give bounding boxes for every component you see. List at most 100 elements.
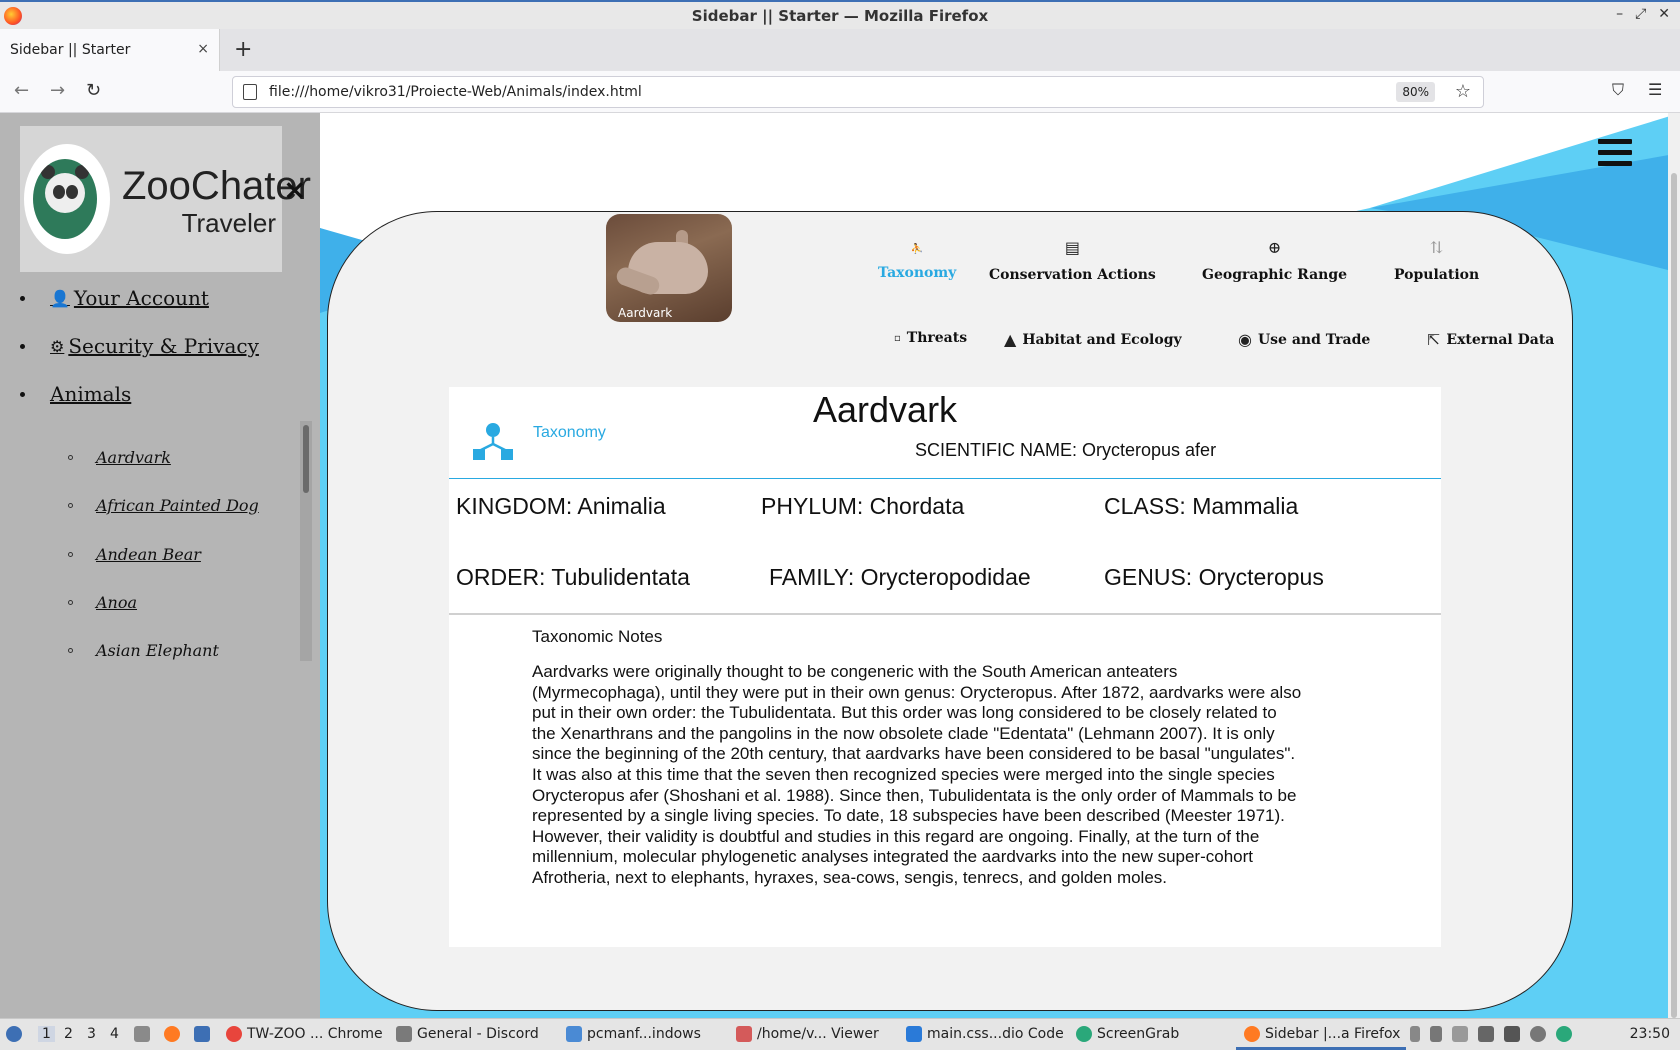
- account-link[interactable]: 👤 Your Account: [50, 286, 209, 310]
- animal-link[interactable]: Andean Bear: [96, 545, 201, 564]
- url-text[interactable]: file:///home/vikro31/Proiecte-Web/Animal…: [269, 84, 642, 100]
- taxonomic-notes-title: Taxonomic Notes: [532, 627, 663, 646]
- tray-screengrab-icon[interactable]: [1556, 1026, 1572, 1042]
- firefox-launcher-icon[interactable]: [164, 1026, 180, 1042]
- workspace-3[interactable]: 3: [87, 1026, 96, 1042]
- browser-tab[interactable]: Sidebar || Starter ×: [0, 29, 220, 71]
- animal-link[interactable]: Aardvark: [96, 448, 171, 467]
- launcher-glyph: [134, 1026, 150, 1042]
- system-tray: [1410, 1026, 1572, 1042]
- app-label: pcmanf...indows: [587, 1026, 701, 1042]
- animal-item-aardvark[interactable]: Aardvark: [68, 448, 171, 467]
- discord-icon: [396, 1026, 412, 1042]
- tab-label: Geographic Range: [1202, 267, 1348, 283]
- tab-label: Population: [1394, 267, 1480, 283]
- tab-external-data[interactable]: ⇱ External Data: [1427, 330, 1554, 349]
- security-link[interactable]: ⚙ Security & Privacy: [50, 334, 259, 358]
- start-menu-icon[interactable]: [6, 1026, 22, 1042]
- folder-icon: [566, 1026, 582, 1042]
- zoom-level[interactable]: 80%: [1396, 82, 1435, 102]
- list-icon: ▤: [1064, 238, 1080, 257]
- workspace-4[interactable]: 4: [110, 1026, 119, 1042]
- animal-link[interactable]: African Painted Dog: [96, 496, 259, 515]
- desktop-launcher-icon[interactable]: [194, 1026, 210, 1042]
- animal-link[interactable]: Anoa: [96, 593, 137, 612]
- sidebar-scrollbar[interactable]: [300, 421, 312, 661]
- hamburger-menu-icon[interactable]: [1598, 139, 1632, 169]
- taskbar-app-chrome[interactable]: TW-ZOO ... Chrome: [226, 1026, 383, 1042]
- tray-clipboard-icon[interactable]: [1452, 1026, 1468, 1042]
- app-label: /home/v... Viewer: [757, 1026, 879, 1042]
- url-bar[interactable]: file:///home/vikro31/Proiecte-Web/Animal…: [232, 76, 1484, 108]
- tray-settings-icon[interactable]: [1530, 1026, 1546, 1042]
- animal-photo[interactable]: Aardvark: [606, 214, 732, 322]
- tab-close-icon[interactable]: ×: [197, 41, 209, 57]
- tab-population[interactable]: ⇅ Population: [1394, 238, 1479, 283]
- tray-network-icon[interactable]: [1478, 1026, 1494, 1042]
- window-controls: – ⤢ ✕: [1616, 6, 1670, 22]
- tab-use-trade[interactable]: ◉ Use and Trade: [1238, 330, 1370, 349]
- workspace-2[interactable]: 2: [64, 1026, 73, 1042]
- taskbar-app-discord[interactable]: General - Discord: [396, 1026, 539, 1042]
- rank-genus: GENUS: Orycteropus: [1104, 564, 1324, 590]
- tab-conservation-actions[interactable]: ▤ Conservation Actions: [989, 238, 1156, 283]
- tab-label: Habitat and Ecology: [1022, 331, 1182, 348]
- icon-node: [501, 449, 513, 460]
- bookmark-star-icon[interactable]: ☆: [1455, 81, 1471, 102]
- minimize-button[interactable]: –: [1616, 6, 1623, 22]
- rank-phylum: PHYLUM: Chordata: [761, 493, 965, 519]
- start-glyph: [6, 1026, 22, 1042]
- panda-eye-right: [66, 185, 78, 199]
- person-icon: ⛹: [910, 244, 924, 255]
- close-window-button[interactable]: ✕: [1658, 6, 1670, 22]
- sidebar-close-icon[interactable]: ×: [283, 173, 306, 206]
- animal-item-anoa[interactable]: Anoa: [68, 593, 137, 612]
- globe-icon: ⊕: [1267, 238, 1282, 257]
- back-button[interactable]: ←: [14, 80, 29, 101]
- taskbar-app-screengrab[interactable]: ScreenGrab: [1076, 1026, 1179, 1042]
- animal-link[interactable]: Asian Elephant: [96, 641, 219, 660]
- sidebar-scroll-thumb[interactable]: [303, 425, 309, 493]
- pocket-icon[interactable]: ⛉: [1612, 80, 1624, 100]
- animals-label[interactable]: Animals: [50, 382, 131, 406]
- screengrab-icon: [1076, 1026, 1092, 1042]
- panda-icon: [33, 159, 97, 239]
- tray-notification-icon[interactable]: [1504, 1026, 1520, 1042]
- animal-item-asian-elephant[interactable]: Asian Elephant: [68, 641, 219, 660]
- sidebar-item-animals[interactable]: Animals: [20, 382, 131, 406]
- tab-habitat-ecology[interactable]: ▲ Habitat and Ecology: [1004, 330, 1182, 349]
- sort-icon: ⇅: [1429, 238, 1444, 257]
- clock: 23:50: [1629, 1026, 1670, 1042]
- taskbar-app-viewer[interactable]: /home/v... Viewer: [736, 1026, 879, 1042]
- forward-button[interactable]: →: [50, 80, 65, 101]
- file-manager-launcher-icon[interactable]: [134, 1026, 150, 1042]
- page-scrollbar[interactable]: [1668, 113, 1680, 1018]
- rank-kingdom: KINGDOM: Animalia: [456, 493, 666, 519]
- tray-battery-icon[interactable]: [1410, 1026, 1420, 1042]
- sidebar-item-account[interactable]: 👤 Your Account: [20, 286, 209, 310]
- new-tab-button[interactable]: +: [234, 37, 252, 62]
- workspace-1[interactable]: 1: [38, 1026, 55, 1042]
- maximize-button[interactable]: ⤢: [1635, 6, 1646, 22]
- animal-item-andean-bear[interactable]: Andean Bear: [68, 545, 201, 564]
- sidebar-item-security[interactable]: ⚙ Security & Privacy: [20, 334, 259, 358]
- taxonomic-notes-body: Aardvarks were originally thought to be …: [532, 662, 1302, 887]
- tab-title: Sidebar || Starter: [10, 42, 131, 58]
- page-scroll-thumb[interactable]: [1671, 173, 1677, 1018]
- taskbar-app-pcmanfm[interactable]: pcmanf...indows: [566, 1026, 701, 1042]
- app-label: Sidebar |...a Firefox: [1265, 1026, 1401, 1042]
- app-menu-icon[interactable]: ☰: [1648, 80, 1662, 99]
- taskbar-app-vscode[interactable]: main.css...dio Code: [906, 1026, 1064, 1042]
- animal-item-african-painted-dog[interactable]: African Painted Dog: [68, 496, 259, 515]
- taskbar-app-firefox[interactable]: Sidebar |...a Firefox: [1244, 1026, 1400, 1042]
- reload-button[interactable]: ↻: [86, 80, 101, 101]
- tab-label: Use and Trade: [1257, 331, 1371, 348]
- tab-taxonomy[interactable]: ⛹ Taxonomy: [878, 244, 956, 281]
- sub-bullet: [68, 503, 73, 508]
- tab-threats[interactable]: ▫ Threats: [894, 330, 967, 346]
- tray-volume-icon[interactable]: [1430, 1026, 1442, 1042]
- sub-bullet: [68, 455, 73, 460]
- hamburger-line: [1598, 139, 1632, 144]
- tab-geographic-range[interactable]: ⊕ Geographic Range: [1202, 238, 1347, 283]
- rank-family: FAMILY: Orycteropodidae: [769, 564, 1031, 590]
